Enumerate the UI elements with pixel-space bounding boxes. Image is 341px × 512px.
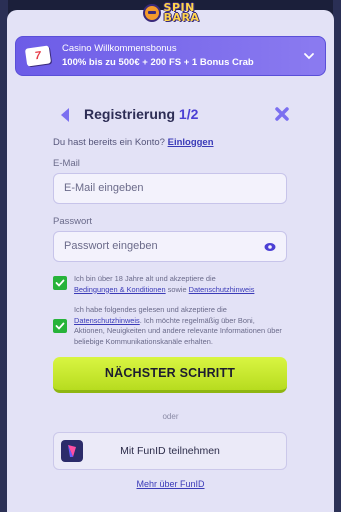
checkmark-icon	[55, 279, 65, 287]
login-prompt-text: Du hast bereits ein Konto?	[53, 137, 165, 148]
marketing-consent-row: Ich habe folgendes gelesen und akzeptier…	[53, 305, 287, 347]
more-about-funid-link[interactable]: Mehr über FunID	[0, 479, 341, 489]
form-header: Registrierung 1/2	[58, 104, 290, 126]
close-icon[interactable]	[274, 106, 290, 122]
login-link[interactable]: Einloggen	[168, 137, 214, 148]
terms-text: Ich bin über 18 Jahre alt und akzeptiere…	[74, 274, 254, 295]
bonus-title: Casino Willkommensbonus	[62, 43, 177, 54]
background-right	[333, 0, 341, 512]
marketing-checkbox[interactable]	[53, 319, 67, 333]
terms-mid: sowie	[167, 284, 187, 294]
spinbara-logo: SPIN BARA	[135, 0, 207, 26]
welcome-bonus-banner[interactable]: 7 Casino Willkommensbonus 100% bis zu 50…	[15, 36, 326, 76]
step-indicator: 1/2	[178, 106, 199, 122]
terms-checkbox[interactable]	[53, 276, 67, 290]
page-title: Registrierung 1/2	[84, 106, 198, 122]
login-prompt: Du hast bereits ein Konto? Einloggen	[53, 137, 214, 148]
capybara-mascot-icon	[142, 4, 161, 22]
eye-icon[interactable]	[264, 242, 276, 252]
bonus-description: 100% bis zu 500€ + 200 FS + 1 Bonus Crab	[62, 57, 254, 68]
terms-consent-row: Ich bin über 18 Jahre alt und akzeptiere…	[53, 274, 287, 295]
chevron-down-icon[interactable]	[303, 50, 315, 62]
title-text: Registrierung	[84, 106, 176, 122]
marketing-pre: Ich habe folgendes gelesen und akzeptier…	[74, 305, 227, 314]
funid-button-label: Mit FunID teilnehmen	[120, 445, 220, 457]
email-label: E-Mail	[53, 158, 80, 169]
terms-pre: Ich bin über 18 Jahre alt und akzeptiere…	[74, 274, 216, 283]
funid-logo-icon	[61, 440, 83, 462]
funid-button[interactable]: Mit FunID teilnehmen	[53, 432, 287, 470]
marketing-privacy-link[interactable]: Datenschutzhinweis	[74, 316, 140, 325]
password-field[interactable]: Passwort eingeben	[53, 231, 287, 262]
password-label: Passwort	[53, 216, 93, 227]
back-arrow-icon[interactable]	[58, 107, 72, 123]
privacy-notice-link[interactable]: Datenschutzhinweis	[189, 285, 255, 294]
password-placeholder: Passwort eingeben	[64, 240, 158, 252]
terms-conditions-link[interactable]: Bedingungen & Konditionen	[74, 285, 166, 294]
logo-text-line2: BARA	[163, 11, 200, 24]
slot-seven-icon: 7	[24, 45, 52, 67]
marketing-text: Ich habe folgendes gelesen und akzeptier…	[74, 305, 287, 347]
email-field[interactable]: E-Mail eingeben	[53, 173, 287, 204]
next-step-button[interactable]: NÄCHSTER SCHRITT	[53, 357, 287, 393]
checkmark-icon	[55, 322, 65, 330]
or-divider: oder	[162, 412, 179, 421]
